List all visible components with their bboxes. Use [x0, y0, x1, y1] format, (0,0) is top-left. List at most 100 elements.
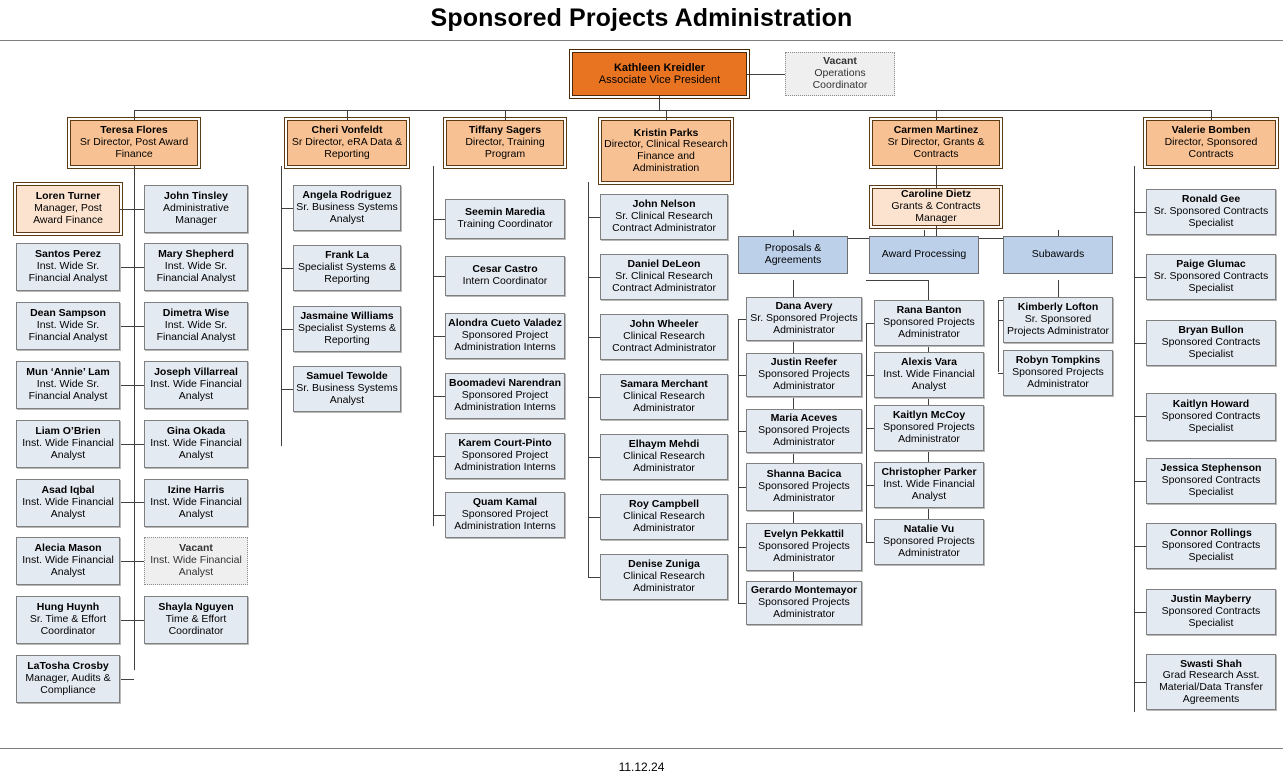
- group-label: Proposals & Agreements: [764, 242, 822, 266]
- node-asad-iqbal[interactable]: Asad Iqbal Inst. Wide Financial Analyst: [16, 479, 120, 527]
- node-hung-huynh[interactable]: Hung Huynh Sr. Time & Effort Coordinator: [16, 596, 120, 644]
- node-john-nelson[interactable]: John Nelson Sr. Clinical Research Contrac…: [600, 194, 728, 240]
- connector: [1134, 343, 1146, 344]
- node-shanna-bacica[interactable]: Shanna Bacica Sponsored Projects Administ…: [746, 463, 862, 511]
- group-header-award-processing[interactable]: Award Processing: [869, 236, 979, 274]
- node-director-clinical-research[interactable]: Kristin Parks Director, Clinical Researc…: [598, 117, 734, 185]
- node-director-grants-contracts[interactable]: Carmen Martinez Sr Director, Grants & Co…: [869, 117, 1003, 169]
- node-evelyn-pekkattil[interactable]: Evelyn Pekkattil Sponsored Projects Admin…: [746, 523, 862, 571]
- node-john-wheeler[interactable]: John Wheeler Clinical Research Contract A…: [600, 314, 728, 360]
- node-title: Sr. Time & Effort Coordinator: [29, 613, 107, 637]
- node-operations-coordinator[interactable]: Vacant Operations Coordinator: [785, 52, 895, 96]
- connector: [866, 323, 867, 542]
- node-latosha-crosby[interactable]: LaTosha Crosby Manager, Audits & Complian…: [16, 655, 120, 703]
- node-title: Inst. Wide Financial Analyst: [22, 496, 114, 520]
- node-title: Inst. Wide Financial Analyst: [22, 437, 114, 461]
- node-shayla-nguyen[interactable]: Shayla Nguyen Time & Effort Coordinator: [144, 596, 248, 644]
- node-karem-court-pinto[interactable]: Karem Court-Pinto Sponsored Project Admin…: [445, 433, 565, 479]
- node-director-era-data-reporting[interactable]: Cheri Vonfeldt Sr Director, eRA Data & R…: [284, 117, 410, 169]
- node-natalie-vu[interactable]: Natalie Vu Sponsored Projects Administrat…: [874, 519, 984, 565]
- node-bryan-bullon[interactable]: Bryan Bullon Sponsored Contracts Speciali…: [1146, 320, 1276, 366]
- connector: [588, 277, 600, 278]
- node-robyn-tompkins[interactable]: Robyn Tompkins Sponsored Projects Adminis…: [1003, 350, 1113, 396]
- node-seemin-maredia[interactable]: Seemin Maredia Training Coordinator: [445, 199, 565, 239]
- node-title: Sponsored Contracts Specialist: [1161, 410, 1261, 434]
- node-title: Sr. Business Systems Analyst: [296, 201, 398, 225]
- node-samuel-tewolde[interactable]: Samuel Tewolde Sr. Business Systems Analy…: [293, 366, 401, 412]
- node-roy-campbell[interactable]: Roy Campbell Clinical Research Administra…: [600, 494, 728, 540]
- node-santos-perez[interactable]: Santos Perez Inst. Wide Sr. Financial Ana…: [16, 243, 120, 291]
- node-ronald-gee[interactable]: Ronald Gee Sr. Sponsored Contracts Specia…: [1146, 189, 1276, 235]
- node-daniel-deleon[interactable]: Daniel DeLeon Sr. Clinical Research Contr…: [600, 254, 728, 300]
- node-director-post-award-finance[interactable]: Teresa Flores Sr Director, Post Award Fi…: [67, 117, 201, 169]
- node-kaitlyn-howard[interactable]: Kaitlyn Howard Sponsored Contracts Specia…: [1146, 393, 1276, 441]
- node-denise-zuniga[interactable]: Denise Zuniga Clinical Research Administr…: [600, 554, 728, 600]
- node-alecia-mason[interactable]: Alecia Mason Inst. Wide Financial Analyst: [16, 537, 120, 585]
- node-loren-turner[interactable]: Loren Turner Manager, Post Award Finance: [13, 182, 123, 236]
- node-title: Manager, Audits & Compliance: [25, 672, 111, 696]
- node-samara-merchant[interactable]: Samara Merchant Clinical Research Adminis…: [600, 374, 728, 420]
- node-frank-la[interactable]: Frank La Specialist Systems & Reporting: [293, 245, 401, 291]
- node-dimetra-wise[interactable]: Dimetra Wise Inst. Wide Sr. Financial Ana…: [144, 302, 248, 350]
- connector: [666, 110, 667, 120]
- node-title: Associate Vice President: [598, 74, 721, 86]
- node-title: Director, Training Program: [465, 136, 545, 160]
- node-director-sponsored-contracts[interactable]: Valerie Bomben Director, Sponsored Contr…: [1143, 117, 1279, 169]
- node-gina-okada[interactable]: Gina Okada Inst. Wide Financial Analyst: [144, 420, 248, 468]
- node-boomadevi-narendran[interactable]: Boomadevi Narendran Sponsored Project Adm…: [445, 373, 565, 419]
- node-title: Sponsored Project Administration Interns: [454, 449, 556, 473]
- node-title: Sr. Business Systems Analyst: [296, 382, 398, 406]
- node-title: Clinical Research Administrator: [623, 570, 705, 594]
- node-christopher-parker[interactable]: Christopher Parker Inst. Wide Financial A…: [874, 462, 984, 508]
- node-kaitlyn-mccoy[interactable]: Kaitlyn McCoy Sponsored Projects Administ…: [874, 405, 984, 451]
- node-connor-rollings[interactable]: Connor Rollings Sponsored Contracts Speci…: [1146, 523, 1276, 569]
- node-elhaym-mehdi[interactable]: Elhaym Mehdi Clinical Research Administra…: [600, 434, 728, 480]
- node-angela-rodriguez[interactable]: Angela Rodriguez Sr. Business Systems Ana…: [293, 185, 401, 231]
- node-cesar-castro[interactable]: Cesar Castro Intern Coordinator: [445, 256, 565, 296]
- node-alondra-cueto-valadez[interactable]: Alondra Cueto Valadez Sponsored Project A…: [445, 313, 565, 359]
- node-swasti-shah[interactable]: Swasti Shah Grad Research Asst. Material/…: [1146, 654, 1276, 710]
- node-mun-annie-lam[interactable]: Mun ‘Annie’ Lam Inst. Wide Sr. Financial …: [16, 361, 120, 409]
- node-quam-kamal[interactable]: Quam Kamal Sponsored Project Administrati…: [445, 492, 565, 538]
- node-title: Sr. Sponsored Projects Administrator: [750, 312, 858, 336]
- node-director-training-program[interactable]: Tiffany Sagers Director, Training Progra…: [443, 117, 567, 169]
- node-title: Operations Coordinator: [812, 67, 868, 91]
- connector: [738, 319, 739, 603]
- node-justin-mayberry[interactable]: Justin Mayberry Sponsored Contracts Speci…: [1146, 589, 1276, 635]
- node-title: Sponsored Projects Administrator: [1012, 366, 1104, 390]
- node-vacant[interactable]: Vacant Inst. Wide Financial Analyst: [144, 537, 248, 585]
- node-gerardo-montemayor[interactable]: Gerardo Montemayor Sponsored Projects Adm…: [746, 581, 862, 625]
- node-executive[interactable]: Kathleen Kreidler Associate Vice Preside…: [569, 49, 750, 99]
- node-jasmaine-williams[interactable]: Jasmaine Williams Specialist Systems & Re…: [293, 306, 401, 352]
- node-rana-banton[interactable]: Rana Banton Sponsored Projects Administra…: [874, 300, 984, 346]
- connector: [1134, 481, 1146, 482]
- node-john-tinsley[interactable]: John Tinsley Administrative Manager: [144, 185, 248, 233]
- node-justin-reefer[interactable]: Justin Reefer Sponsored Projects Administ…: [746, 353, 862, 397]
- node-title: Sponsored Contracts Specialist: [1161, 474, 1261, 498]
- node-paige-glumac[interactable]: Paige Glumac Sr. Sponsored Contracts Spec…: [1146, 254, 1276, 300]
- connector: [1134, 546, 1146, 547]
- group-header-subawards[interactable]: Subawards: [1003, 236, 1113, 274]
- node-alexis-vara[interactable]: Alexis Vara Inst. Wide Financial Analyst: [874, 352, 984, 398]
- node-mary-shepherd[interactable]: Mary Shepherd Inst. Wide Sr. Financial An…: [144, 243, 248, 291]
- node-title: Sponsored Projects Administrator: [883, 421, 975, 445]
- node-title: Inst. Wide Financial Analyst: [150, 378, 242, 402]
- node-joseph-villarreal[interactable]: Joseph Villarreal Inst. Wide Financial An…: [144, 361, 248, 409]
- connector: [747, 74, 785, 75]
- node-liam-o-brien[interactable]: Liam O’Brien Inst. Wide Financial Analyst: [16, 420, 120, 468]
- node-manager-grants-contracts[interactable]: Caroline Dietz Grants & Contracts Manage…: [869, 185, 1003, 229]
- node-dean-sampson[interactable]: Dean Sampson Inst. Wide Sr. Financial Ana…: [16, 302, 120, 350]
- group-header-proposals-agreements[interactable]: Proposals & Agreements: [738, 236, 848, 274]
- node-kimberly-lofton[interactable]: Kimberly Lofton Sr. Sponsored Projects Ad…: [1003, 297, 1113, 343]
- node-dana-avery[interactable]: Dana Avery Sr. Sponsored Projects Adminis…: [746, 297, 862, 341]
- org-chart: Sponsored Projects Administration Kathle…: [0, 0, 1283, 781]
- connector: [433, 219, 445, 220]
- node-maria-aceves[interactable]: Maria Aceves Sponsored Projects Administr…: [746, 409, 862, 453]
- node-title: Sponsored Project Administration Interns: [454, 329, 556, 353]
- node-title: Inst. Wide Sr. Financial Analyst: [156, 260, 236, 284]
- node-title: Inst. Wide Sr. Financial Analyst: [28, 319, 108, 343]
- node-izine-harris[interactable]: Izine Harris Inst. Wide Financial Analyst: [144, 479, 248, 527]
- node-jessica-stephenson[interactable]: Jessica Stephenson Sponsored Contracts Sp…: [1146, 458, 1276, 504]
- node-title: Manager, Post Award Finance: [33, 202, 103, 226]
- node-title: Sr. Sponsored Contracts Specialist: [1153, 270, 1269, 294]
